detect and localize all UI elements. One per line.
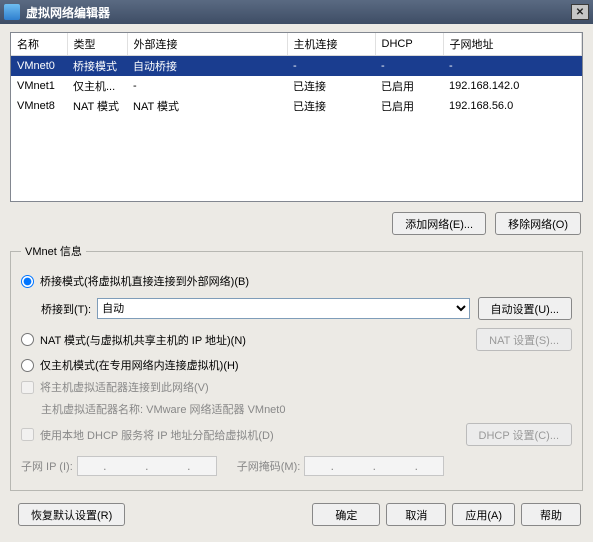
apply-button[interactable]: 应用(A) xyxy=(452,503,515,526)
auto-settings-button[interactable]: 自动设置(U)... xyxy=(478,297,572,320)
help-button[interactable]: 帮助 xyxy=(521,503,581,526)
restore-defaults-button[interactable]: 恢复默认设置(R) xyxy=(18,503,125,526)
bridge-to-label: 桥接到(T): xyxy=(41,301,91,317)
checkbox-host-adapter-label: 将主机虚拟适配器连接到此网络(V) xyxy=(40,379,209,395)
subnet-mask-label: 子网掩码(M): xyxy=(237,458,301,474)
ok-button[interactable]: 确定 xyxy=(312,503,380,526)
nat-settings-button: NAT 设置(S)... xyxy=(476,328,572,351)
subnet-mask-input: ... xyxy=(304,456,444,476)
checkbox-local-dhcp-label: 使用本地 DHCP 服务将 IP 地址分配给虚拟机(D) xyxy=(40,427,274,443)
col-name[interactable]: 名称 xyxy=(11,33,67,56)
radio-hostonly-label: 仅主机模式(在专用网络内连接虚拟机)(H) xyxy=(40,357,239,373)
vmnet-info-group: VMnet 信息 桥接模式(将虚拟机直接连接到外部网络)(B) 桥接到(T): … xyxy=(10,243,583,491)
radio-nat-label: NAT 模式(与虚拟机共享主机的 IP 地址)(N) xyxy=(40,332,246,348)
host-adapter-name: 主机虚拟适配器名称: VMware 网络适配器 VMnet0 xyxy=(41,401,572,417)
table-header-row: 名称 类型 外部连接 主机连接 DHCP 子网地址 xyxy=(11,33,582,56)
cell-ext: 自动桥接 xyxy=(127,56,287,77)
window-title: 虚拟网络编辑器 xyxy=(26,4,571,21)
col-type[interactable]: 类型 xyxy=(67,33,127,56)
col-ext[interactable]: 外部连接 xyxy=(127,33,287,56)
cell-type: 桥接模式 xyxy=(67,56,127,77)
subnet-ip-label: 子网 IP (I): xyxy=(21,458,73,474)
title-bar: 虚拟网络编辑器 ✕ xyxy=(0,0,593,24)
cell-name: VMnet8 xyxy=(11,96,67,116)
close-icon[interactable]: ✕ xyxy=(571,4,589,20)
cell-host: - xyxy=(287,56,375,77)
remove-network-button[interactable]: 移除网络(O) xyxy=(495,212,581,235)
checkbox-local-dhcp xyxy=(21,428,34,441)
cell-ext: NAT 模式 xyxy=(127,96,287,116)
cell-dhcp: - xyxy=(375,56,443,77)
network-table[interactable]: 名称 类型 外部连接 主机连接 DHCP 子网地址 VMnet0桥接模式自动桥接… xyxy=(10,32,583,202)
cell-name: VMnet0 xyxy=(11,56,67,77)
cell-subnet: - xyxy=(443,56,582,77)
table-row[interactable]: VMnet8NAT 模式NAT 模式已连接已启用192.168.56.0 xyxy=(11,96,582,116)
col-subnet[interactable]: 子网地址 xyxy=(443,33,582,56)
cell-dhcp: 已启用 xyxy=(375,76,443,96)
col-host[interactable]: 主机连接 xyxy=(287,33,375,56)
vmnet-info-legend: VMnet 信息 xyxy=(21,243,86,259)
cell-subnet: 192.168.56.0 xyxy=(443,96,582,116)
bridge-to-select[interactable]: 自动 xyxy=(97,298,469,319)
checkbox-host-adapter xyxy=(21,381,34,394)
add-network-button[interactable]: 添加网络(E)... xyxy=(392,212,486,235)
radio-bridge[interactable] xyxy=(21,275,34,288)
col-dhcp[interactable]: DHCP xyxy=(375,33,443,56)
cell-ext: - xyxy=(127,76,287,96)
subnet-ip-input: ... xyxy=(77,456,217,476)
cell-type: NAT 模式 xyxy=(67,96,127,116)
cell-subnet: 192.168.142.0 xyxy=(443,76,582,96)
dhcp-settings-button: DHCP 设置(C)... xyxy=(466,423,572,446)
app-icon xyxy=(4,4,20,20)
cell-host: 已连接 xyxy=(287,96,375,116)
table-row[interactable]: VMnet1仅主机...-已连接已启用192.168.142.0 xyxy=(11,76,582,96)
cancel-button[interactable]: 取消 xyxy=(386,503,446,526)
table-row[interactable]: VMnet0桥接模式自动桥接--- xyxy=(11,56,582,77)
cell-host: 已连接 xyxy=(287,76,375,96)
radio-hostonly[interactable] xyxy=(21,359,34,372)
radio-nat[interactable] xyxy=(21,333,34,346)
cell-dhcp: 已启用 xyxy=(375,96,443,116)
cell-name: VMnet1 xyxy=(11,76,67,96)
cell-type: 仅主机... xyxy=(67,76,127,96)
radio-bridge-label: 桥接模式(将虚拟机直接连接到外部网络)(B) xyxy=(40,273,249,289)
